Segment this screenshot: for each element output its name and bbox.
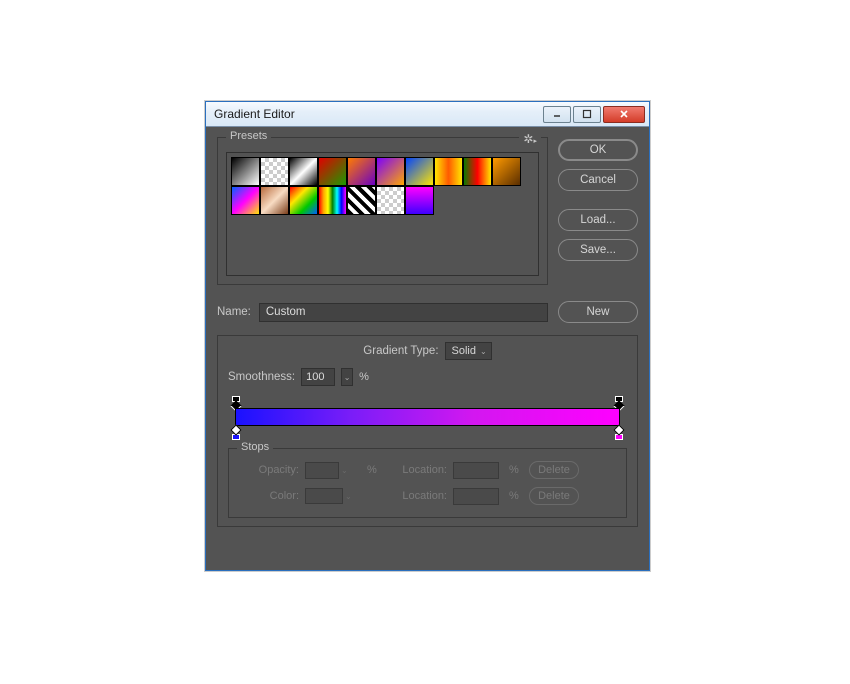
color-stop-right[interactable] bbox=[614, 426, 624, 438]
opacity-stop-right[interactable] bbox=[614, 396, 624, 408]
color-stop-left[interactable] bbox=[231, 426, 241, 438]
gear-icon[interactable]: ✲▸ bbox=[519, 132, 541, 146]
chevron-down-icon: ⌄ bbox=[345, 492, 352, 501]
opacity-location-input bbox=[453, 462, 499, 479]
chevron-down-icon: ⌄ bbox=[480, 347, 487, 356]
preset-swatch[interactable] bbox=[231, 186, 260, 215]
preset-swatch[interactable] bbox=[434, 157, 463, 186]
gradient-type-label: Gradient Type: bbox=[363, 345, 438, 357]
preset-swatch[interactable] bbox=[231, 157, 260, 186]
presets-legend: Presets bbox=[226, 130, 271, 142]
smoothness-input[interactable] bbox=[301, 368, 335, 386]
color-label: Color: bbox=[239, 490, 299, 502]
cancel-button[interactable]: Cancel bbox=[558, 169, 638, 191]
color-chip bbox=[305, 488, 343, 504]
load-button[interactable]: Load... bbox=[558, 209, 638, 231]
ok-button[interactable]: OK bbox=[558, 139, 638, 161]
percent-sign: % bbox=[367, 464, 381, 476]
action-buttons: OK Cancel Load... Save... bbox=[558, 137, 638, 285]
percent-sign: % bbox=[509, 490, 523, 502]
preset-swatch[interactable] bbox=[318, 157, 347, 186]
opacity-stop-left[interactable] bbox=[231, 396, 241, 408]
location-label: Location: bbox=[387, 490, 447, 502]
smoothness-row: Smoothness: ⌄ % bbox=[228, 368, 627, 386]
gradient-type-row: Gradient Type: Solid ⌄ bbox=[228, 342, 627, 360]
preset-swatch[interactable] bbox=[463, 157, 492, 186]
presets-grid bbox=[226, 152, 539, 276]
gradient-editor-window: Gradient Editor Presets ✲▸ bbox=[205, 101, 650, 571]
gradient-config-panel: Gradient Type: Solid ⌄ Smoothness: ⌄ % bbox=[217, 335, 638, 527]
preset-swatch[interactable] bbox=[376, 186, 405, 215]
preset-swatch[interactable] bbox=[347, 186, 376, 215]
stops-panel: Stops Opacity: ⌄ % Location: % Delete Co… bbox=[228, 448, 627, 518]
chevron-down-icon: ⌄ bbox=[341, 466, 348, 475]
close-button[interactable] bbox=[603, 106, 645, 123]
presets-panel: Presets ✲▸ bbox=[217, 137, 548, 285]
preset-swatch[interactable] bbox=[405, 157, 434, 186]
preset-swatch[interactable] bbox=[405, 186, 434, 215]
chevron-down-icon[interactable]: ⌄ bbox=[341, 368, 353, 386]
opacity-input bbox=[305, 462, 339, 479]
preset-swatch[interactable] bbox=[260, 186, 289, 215]
location-label: Location: bbox=[387, 464, 447, 476]
delete-color-stop-button: Delete bbox=[529, 487, 579, 505]
preset-swatch[interactable] bbox=[260, 157, 289, 186]
new-button[interactable]: New bbox=[558, 301, 638, 323]
name-label: Name: bbox=[217, 306, 251, 318]
gradient-type-select[interactable]: Solid ⌄ bbox=[445, 342, 492, 360]
preset-swatch[interactable] bbox=[347, 157, 376, 186]
gradient-type-value: Solid bbox=[452, 345, 476, 357]
color-location-input bbox=[453, 488, 499, 505]
stops-legend: Stops bbox=[237, 441, 273, 453]
gradient-bar-area bbox=[230, 396, 625, 438]
window-title: Gradient Editor bbox=[214, 107, 543, 121]
opacity-label: Opacity: bbox=[239, 464, 299, 476]
percent-sign: % bbox=[359, 371, 369, 383]
percent-sign: % bbox=[509, 464, 523, 476]
delete-opacity-stop-button: Delete bbox=[529, 461, 579, 479]
window-controls bbox=[543, 106, 645, 123]
name-row: Name: bbox=[217, 301, 548, 323]
preset-swatch[interactable] bbox=[289, 157, 318, 186]
save-button[interactable]: Save... bbox=[558, 239, 638, 261]
preset-swatch[interactable] bbox=[376, 157, 405, 186]
name-input[interactable] bbox=[259, 303, 548, 322]
preset-swatch[interactable] bbox=[289, 186, 318, 215]
dialog-body: Presets ✲▸ bbox=[206, 127, 649, 538]
minimize-button[interactable] bbox=[543, 106, 571, 123]
preset-swatch[interactable] bbox=[318, 186, 347, 215]
maximize-button[interactable] bbox=[573, 106, 601, 123]
preset-swatch[interactable] bbox=[492, 157, 521, 186]
titlebar[interactable]: Gradient Editor bbox=[206, 102, 649, 127]
gradient-bar[interactable] bbox=[235, 408, 620, 426]
smoothness-label: Smoothness: bbox=[228, 371, 295, 383]
